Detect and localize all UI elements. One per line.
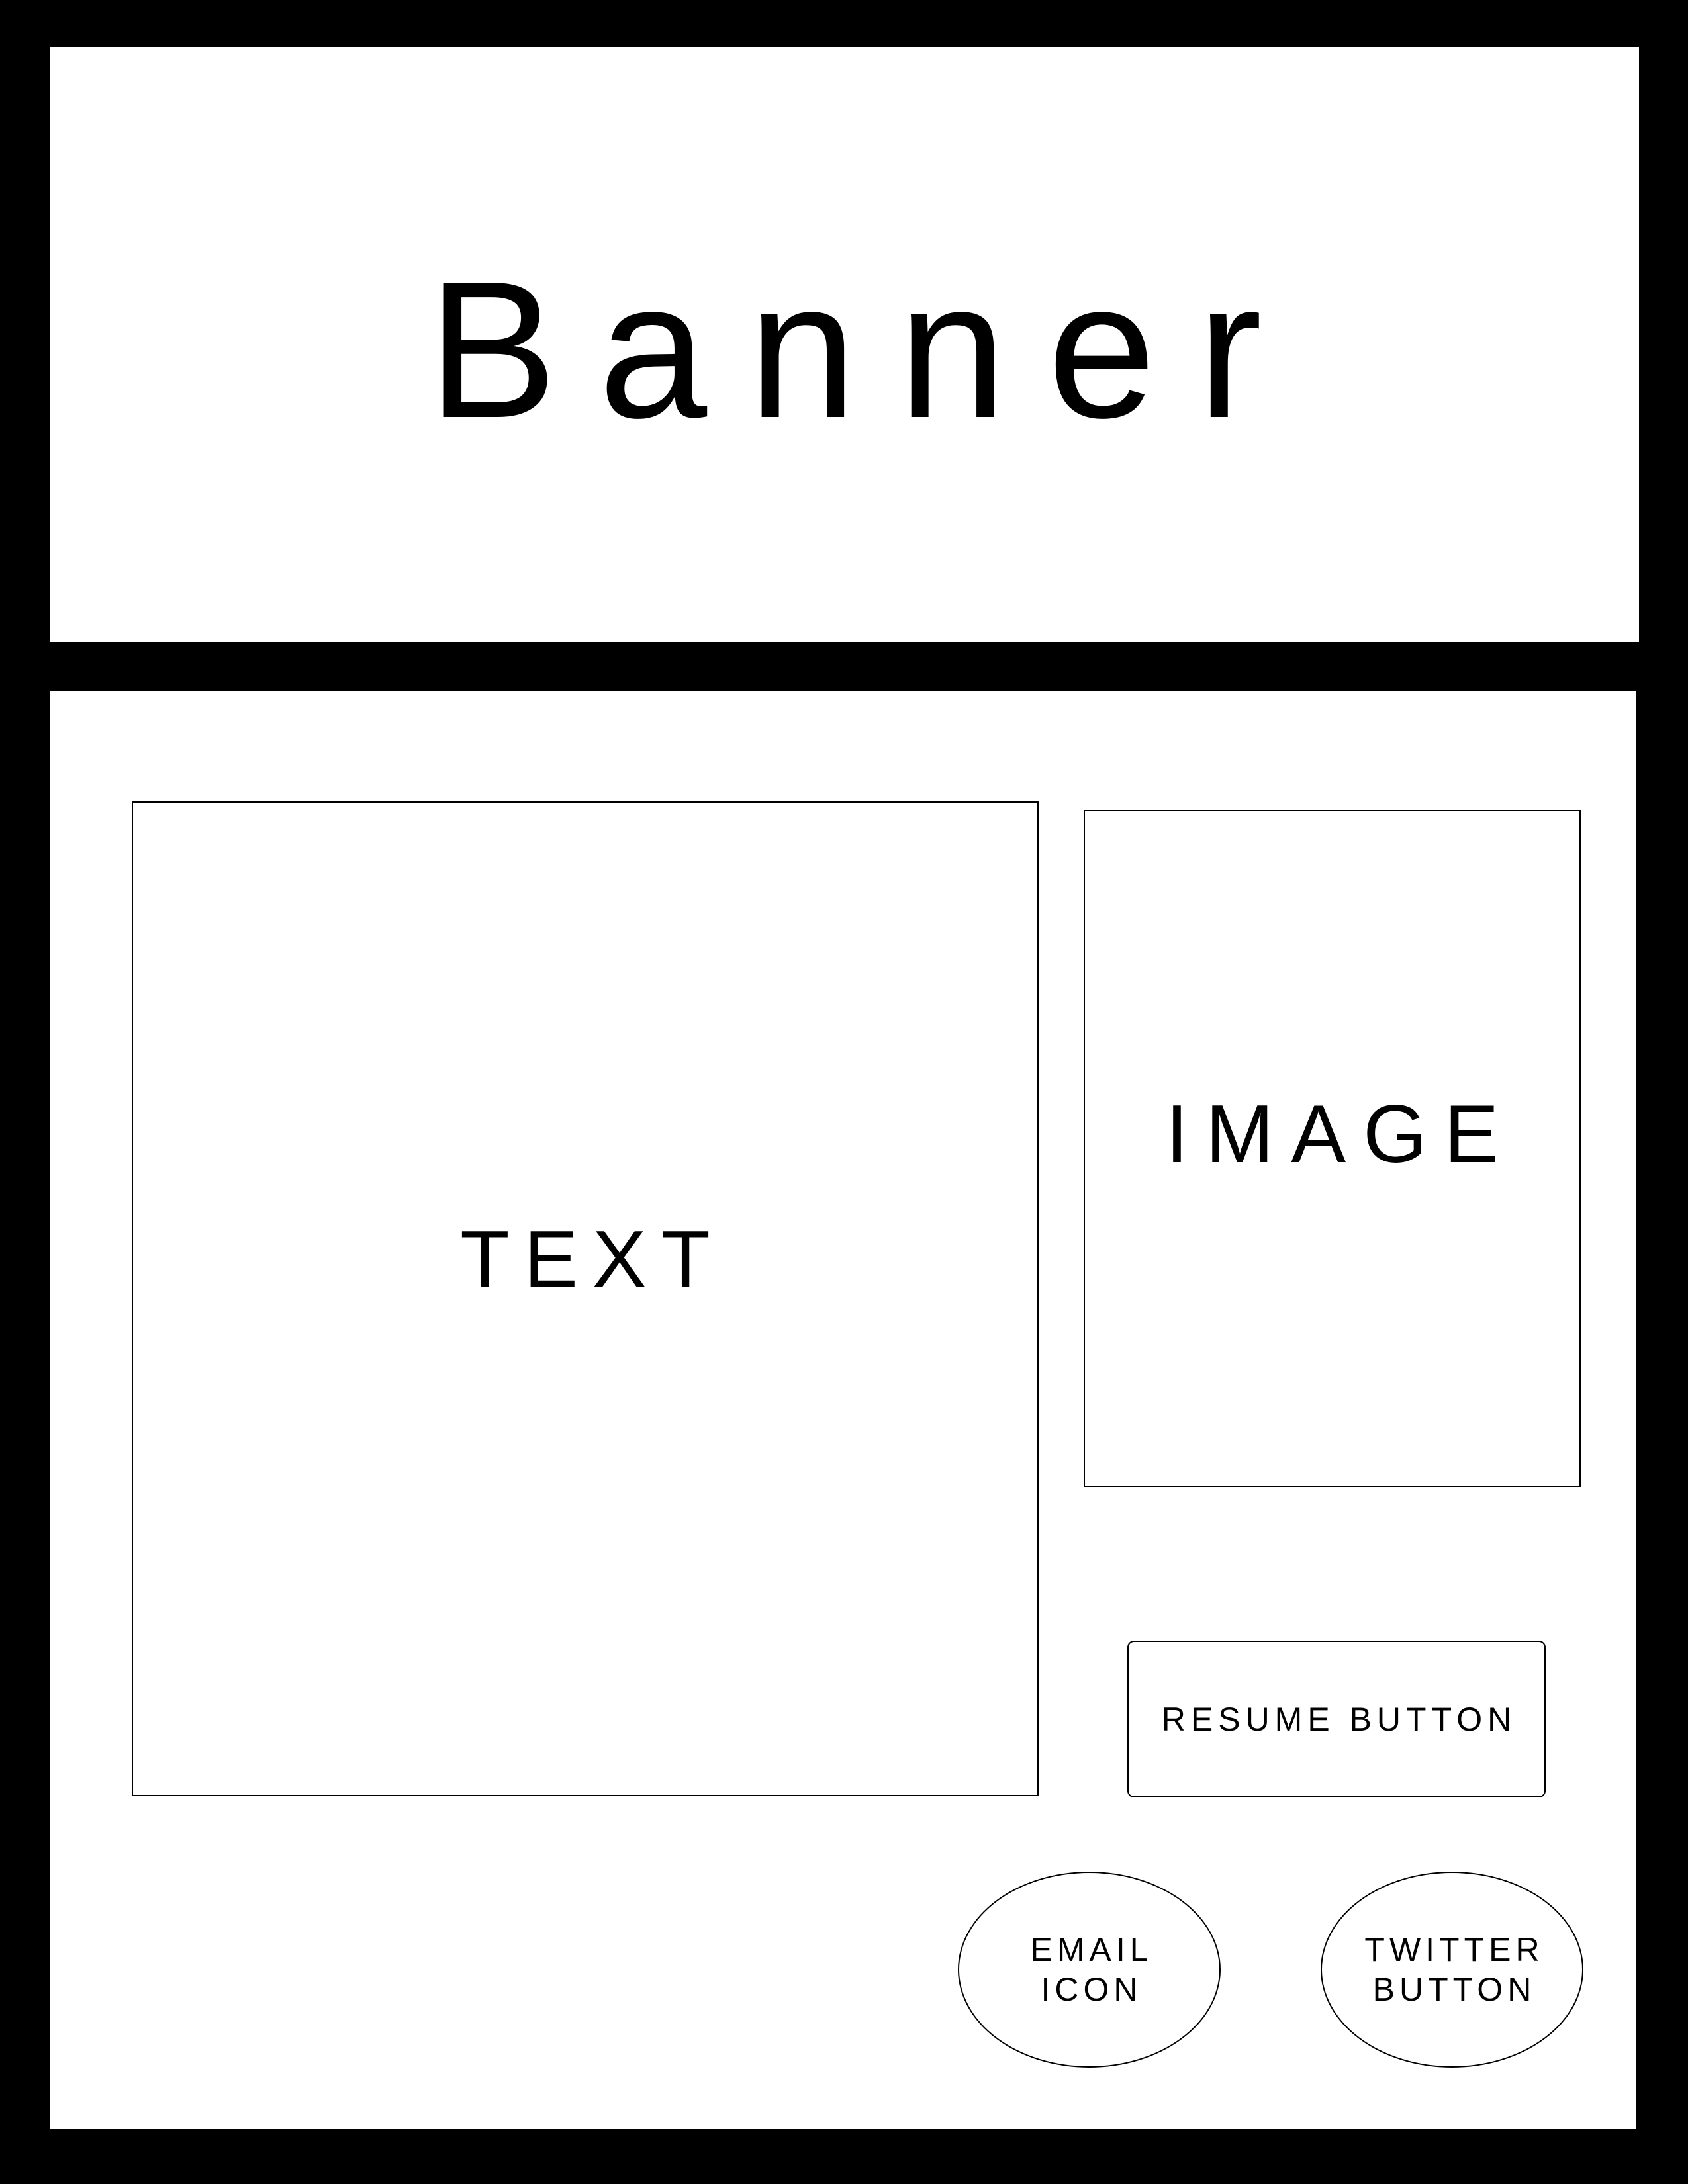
twitter-button[interactable]: TWITTER BUTTON xyxy=(1321,1872,1583,2068)
text-block-label: TEXT xyxy=(460,1213,725,1304)
twitter-button-label-line2: BUTTON xyxy=(1372,1971,1536,2008)
email-icon-label-line2: ICON xyxy=(1041,1971,1143,2008)
twitter-button-label-line1: TWITTER xyxy=(1364,1931,1544,1968)
resume-button-label: RESUME BUTTON xyxy=(1161,1700,1517,1738)
banner-title: Banner xyxy=(427,240,1303,459)
resume-button[interactable]: RESUME BUTTON xyxy=(1127,1641,1546,1797)
image-placeholder: IMAGE xyxy=(1084,810,1581,1487)
text-block: TEXT xyxy=(132,801,1039,1796)
banner-section: Banner xyxy=(50,47,1639,642)
image-placeholder-label: IMAGE xyxy=(1165,1088,1517,1180)
email-icon-label-line1: EMAIL xyxy=(1030,1931,1153,1968)
email-icon[interactable]: EMAIL ICON xyxy=(958,1872,1221,2068)
